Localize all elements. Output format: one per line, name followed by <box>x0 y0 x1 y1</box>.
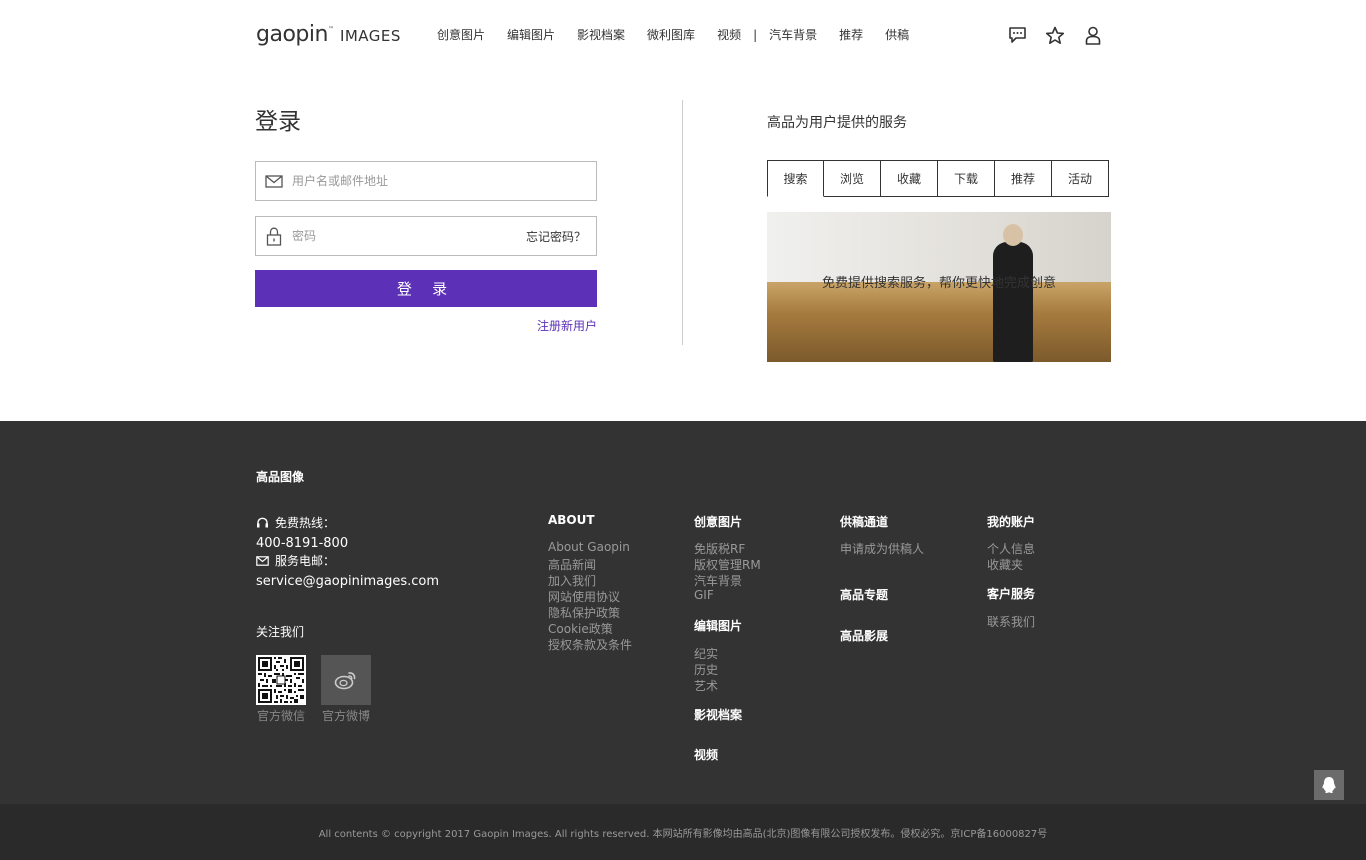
tab-search[interactable]: 搜索 <box>767 160 824 197</box>
royalty-free-link[interactable]: 免版税RF <box>694 540 745 557</box>
forgot-password-link[interactable]: 忘记密码？ <box>526 228 596 245</box>
footer: 高品图像 免费热线： 400-8191-800 服务电邮： service@ga… <box>0 421 1366 804</box>
logo-tm: ™ <box>327 26 334 33</box>
join-us-link[interactable]: 加入我们 <box>548 572 596 589</box>
rights-managed-link[interactable]: 版权管理RM <box>694 556 761 573</box>
topics-heading[interactable]: 高品专题 <box>840 586 888 603</box>
banner-person <box>993 242 1033 362</box>
lock-icon <box>256 217 292 255</box>
logo[interactable]: gaopin™ IMAGES <box>256 22 401 47</box>
tab-recommend[interactable]: 推荐 <box>995 160 1052 197</box>
contribute-heading[interactable]: 供稿通道 <box>840 513 888 530</box>
cookie-policy-link[interactable]: Cookie政策 <box>548 620 613 637</box>
username-field <box>255 161 597 201</box>
password-field: 忘记密码？ <box>255 216 597 256</box>
nav-item-recommended[interactable]: 推荐 <box>839 26 863 43</box>
qq-chat-button[interactable] <box>1314 770 1344 800</box>
qq-icon <box>1322 777 1336 793</box>
footer-brand: 高品图像 <box>256 470 305 484</box>
hotline-label: 免费热线： <box>275 516 336 530</box>
tab-browse[interactable]: 浏览 <box>824 160 881 197</box>
services-title: 高品为用户提供的服务 <box>767 115 907 131</box>
service-banner-image: 免费提供搜索服务，帮你更快地完成创意 <box>767 212 1111 362</box>
tab-download[interactable]: 下载 <box>938 160 995 197</box>
nav-item-car-backgrounds[interactable]: 汽车背景 <box>769 26 817 43</box>
terms-of-use-link[interactable]: 网站使用协议 <box>548 588 620 605</box>
header-icons <box>1006 24 1120 46</box>
documentary-link[interactable]: 纪实 <box>694 645 718 662</box>
page: gaopin™ IMAGES 创意图片 编辑图片 影视档案 微利图库 视频 | … <box>0 0 1366 860</box>
user-icon[interactable] <box>1082 24 1104 46</box>
service-banner-caption: 免费提供搜索服务，帮你更快地完成创意 <box>821 276 1056 291</box>
film-archive-heading[interactable]: 影视档案 <box>694 706 742 723</box>
license-terms-link[interactable]: 授权条款及条件 <box>548 636 632 653</box>
hotline-label-row: 免费热线： <box>256 514 335 531</box>
email-address[interactable]: service@gaopinimages.com <box>256 574 439 589</box>
news-link[interactable]: 高品新闻 <box>548 556 596 573</box>
nav-item-editorial[interactable]: 编辑图片 <box>507 26 555 43</box>
nav-item-video[interactable]: 视频 <box>717 26 741 43</box>
account-heading[interactable]: 我的账户 <box>987 513 1035 530</box>
editorial-heading[interactable]: 编辑图片 <box>694 617 742 634</box>
nav-item-creative[interactable]: 创意图片 <box>437 26 485 43</box>
weibo-icon <box>334 672 356 690</box>
headset-icon <box>256 517 270 529</box>
tab-events[interactable]: 活动 <box>1052 160 1109 197</box>
creative-heading[interactable]: 创意图片 <box>694 513 742 530</box>
contact-us-link[interactable]: 联系我们 <box>987 613 1035 630</box>
banner-person-head <box>1003 224 1023 246</box>
about-gaopin-link[interactable]: About Gaopin <box>548 540 630 554</box>
star-icon[interactable] <box>1044 24 1066 46</box>
message-icon[interactable] <box>1006 24 1028 46</box>
about-heading: ABOUT <box>548 513 595 527</box>
header: gaopin™ IMAGES 创意图片 编辑图片 影视档案 微利图库 视频 | … <box>0 0 1366 70</box>
nav-item-microstock[interactable]: 微利图库 <box>647 26 695 43</box>
gif-link[interactable]: GIF <box>694 588 714 602</box>
follow-us-title: 关注我们 <box>256 625 305 639</box>
logo-brand: gaopin <box>256 22 328 47</box>
weibo-button[interactable] <box>321 655 371 705</box>
main-nav: 创意图片 编辑图片 影视档案 微利图库 视频 | 汽车背景 推荐 供稿 <box>437 26 931 43</box>
copyright-text: All contents © copyright 2017 Gaopin Ima… <box>318 829 1048 840</box>
vertical-divider <box>682 100 683 345</box>
wechat-label: 官方微信 <box>257 709 306 723</box>
mail-icon <box>256 162 292 200</box>
wechat-qr-code <box>256 655 306 705</box>
login-button[interactable]: 登 录 <box>255 270 597 307</box>
register-link[interactable]: 注册新用户 <box>537 317 597 334</box>
mail-icon <box>256 555 270 567</box>
login-title: 登录 <box>255 109 301 135</box>
banner-field <box>767 282 1111 362</box>
favorites-link[interactable]: 收藏夹 <box>987 556 1023 573</box>
copyright-bar: All contents © copyright 2017 Gaopin Ima… <box>0 804 1366 860</box>
exhibition-heading[interactable]: 高品影展 <box>840 627 888 644</box>
nav-item-contribute[interactable]: 供稿 <box>885 26 909 43</box>
hotline-number: 400-8191-800 <box>256 536 349 551</box>
logo-images: IMAGES <box>339 27 401 45</box>
email-label: 服务电邮： <box>275 554 336 568</box>
customer-service-heading[interactable]: 客户服务 <box>987 585 1035 602</box>
become-contributor-link[interactable]: 申请成为供稿人 <box>840 540 924 557</box>
nav-item-film[interactable]: 影视档案 <box>577 26 625 43</box>
privacy-policy-link[interactable]: 隐私保护政策 <box>548 604 620 621</box>
nav-separator: | <box>753 27 758 42</box>
car-backgrounds-link[interactable]: 汽车背景 <box>694 572 742 589</box>
username-input[interactable] <box>292 163 596 199</box>
history-link[interactable]: 历史 <box>694 661 718 678</box>
video-heading[interactable]: 视频 <box>694 746 718 763</box>
email-label-row: 服务电邮： <box>256 552 335 569</box>
tab-favorites[interactable]: 收藏 <box>881 160 938 197</box>
services-tabs: 搜索 浏览 收藏 下载 推荐 活动 <box>767 160 1109 197</box>
art-link[interactable]: 艺术 <box>694 677 718 694</box>
password-input[interactable] <box>292 218 526 254</box>
weibo-label[interactable]: 官方微博 <box>322 707 370 724</box>
profile-link[interactable]: 个人信息 <box>987 540 1035 557</box>
